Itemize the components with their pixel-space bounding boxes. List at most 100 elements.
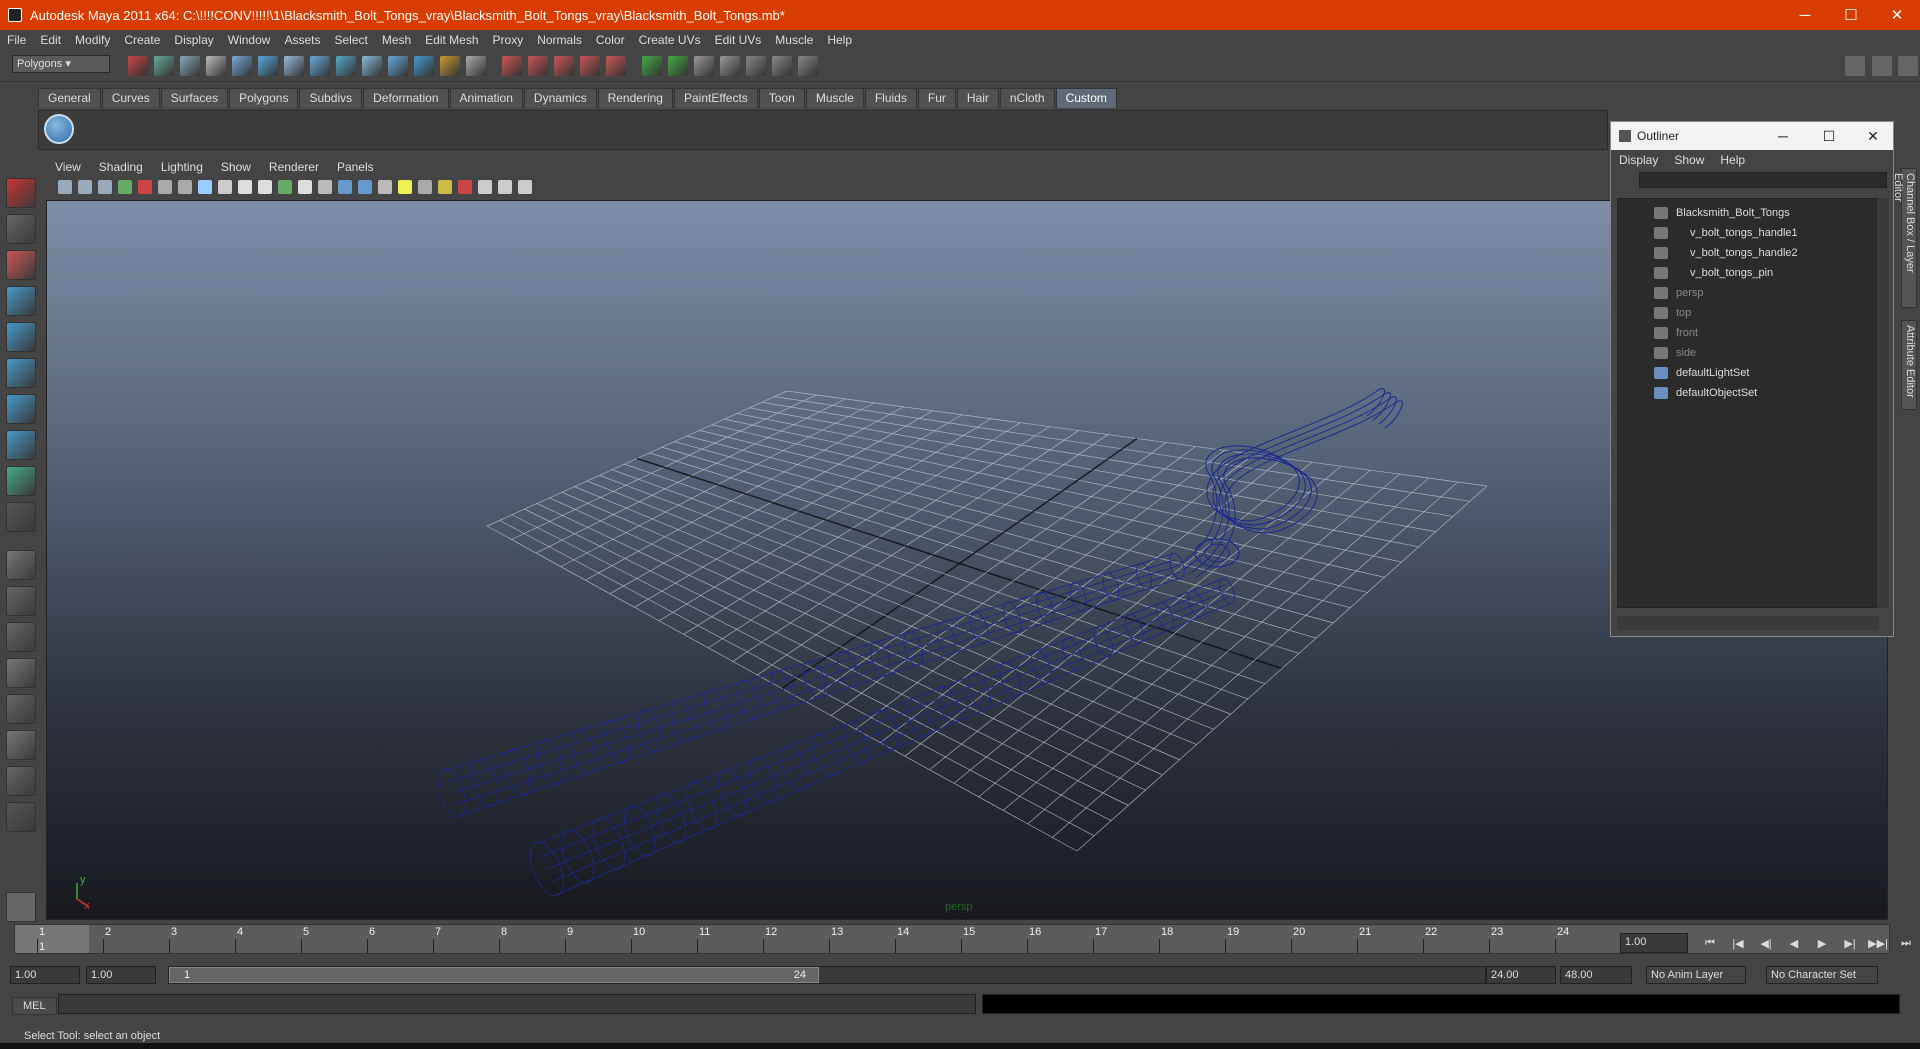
shelf-tab-toon[interactable]: Toon (758, 88, 805, 108)
tab-attribute-editor[interactable]: Attribute Editor (1901, 320, 1917, 410)
start-time-field[interactable]: 1.00 (10, 966, 80, 984)
status-tool-9-icon[interactable] (336, 56, 356, 76)
outliner-vertical-scrollbar[interactable] (1877, 198, 1889, 608)
shelf-tab-ncloth[interactable]: nCloth (999, 88, 1055, 108)
shelf-tab-subdivs[interactable]: Subdivs (299, 88, 363, 108)
custom-shelf-check-icon[interactable] (44, 114, 74, 144)
viewport-option-14-icon[interactable] (318, 180, 332, 194)
current-frame-marker[interactable] (15, 925, 89, 953)
viewport-option-17-icon[interactable] (378, 180, 392, 194)
layout-toggle-1-icon[interactable] (1845, 56, 1865, 76)
range-slider-handle[interactable]: 1 24 (169, 967, 819, 983)
outliner-minimize-button[interactable]: ─ (1761, 122, 1805, 150)
paint-select-tool-icon[interactable] (6, 250, 36, 280)
menu-edit-mesh[interactable]: Edit Mesh (418, 33, 485, 47)
status-tool-12-icon[interactable] (414, 56, 434, 76)
last-tool-icon[interactable] (6, 502, 36, 532)
outliner-item[interactable]: defaultObjectSet (1654, 383, 1757, 403)
status-tool-17-icon[interactable] (554, 56, 574, 76)
outliner-item[interactable]: v_bolt_tongs_pin (1654, 263, 1773, 283)
viewport-option-13-icon[interactable] (298, 180, 312, 194)
menu-proxy[interactable]: Proxy (486, 33, 531, 47)
four-pane-layout-icon[interactable] (6, 586, 36, 616)
viewport-option-4-icon[interactable] (118, 180, 132, 194)
viewport-option-21-icon[interactable] (458, 180, 472, 194)
outliner-item[interactable]: top (1654, 303, 1691, 323)
menu-assets[interactable]: Assets (277, 33, 327, 47)
viewport-option-8-icon[interactable] (198, 180, 212, 194)
viewport-menu-view[interactable]: View (46, 160, 90, 176)
viewport-option-12-icon[interactable] (278, 180, 292, 194)
status-tool-14-icon[interactable] (466, 56, 486, 76)
layout-toggle-2-icon[interactable] (1872, 56, 1892, 76)
anim-layer-dropdown[interactable]: No Anim Layer (1646, 966, 1746, 984)
status-tool-23-icon[interactable] (720, 56, 740, 76)
outliner-filter-input[interactable] (1639, 172, 1887, 188)
viewport-menu-show[interactable]: Show (212, 160, 260, 176)
viewport-option-7-icon[interactable] (178, 180, 192, 194)
outliner-list[interactable]: Blacksmith_Bolt_Tongs v_bolt_tongs_handle… (1617, 198, 1879, 608)
menu-display[interactable]: Display (167, 33, 220, 47)
menu-mesh[interactable]: Mesh (375, 33, 418, 47)
viewport-option-11-icon[interactable] (258, 180, 272, 194)
current-frame-field[interactable]: 1.00 (1620, 933, 1688, 953)
viewport-option-23-icon[interactable] (498, 180, 512, 194)
outliner-horizontal-scrollbar[interactable] (1617, 616, 1879, 630)
status-tool-13-icon[interactable] (440, 56, 460, 76)
viewport-option-22-icon[interactable] (478, 180, 492, 194)
outliner-item[interactable]: v_bolt_tongs_handle2 (1654, 243, 1798, 263)
scale-tool-icon[interactable] (6, 358, 36, 388)
shelf-tab-hair[interactable]: Hair (956, 88, 999, 108)
lasso-tool-icon[interactable] (6, 214, 36, 244)
layout-toggle-3-icon[interactable] (1898, 56, 1918, 76)
soft-mod-tool-icon[interactable] (6, 430, 36, 460)
status-tool-4-icon[interactable] (206, 56, 226, 76)
persp-outliner-layout-icon[interactable] (6, 658, 36, 688)
script-layout-icon[interactable] (6, 766, 36, 796)
status-tool-26-icon[interactable] (798, 56, 818, 76)
menu-color[interactable]: Color (589, 33, 632, 47)
shelf-tab-painteffects[interactable]: PaintEffects (673, 88, 758, 108)
shelf-tab-deformation[interactable]: Deformation (363, 88, 449, 108)
shelf-tab-animation[interactable]: Animation (449, 88, 523, 108)
show-manipulator-tool-icon[interactable] (6, 466, 36, 496)
menu-window[interactable]: Window (221, 33, 278, 47)
shelf-tab-curves[interactable]: Curves (101, 88, 160, 108)
mel-label[interactable]: MEL (12, 997, 57, 1015)
status-tool-22-icon[interactable] (694, 56, 714, 76)
playback-control-4-button[interactable]: ◀ (1784, 937, 1804, 950)
playback-control-5-button[interactable]: ▶ (1812, 937, 1832, 950)
viewport-option-10-icon[interactable] (238, 180, 252, 194)
shelf-tab-rendering[interactable]: Rendering (597, 88, 673, 108)
viewport-option-2-icon[interactable] (78, 180, 92, 194)
outliner-item[interactable]: v_bolt_tongs_handle1 (1654, 223, 1798, 243)
menu-create-uvs[interactable]: Create UVs (632, 33, 708, 47)
menu-modify[interactable]: Modify (68, 33, 117, 47)
status-tool-16-icon[interactable] (528, 56, 548, 76)
status-tool-20-icon[interactable] (642, 56, 662, 76)
outliner-item[interactable]: defaultLightSet (1654, 363, 1749, 383)
outliner-item[interactable]: Blacksmith_Bolt_Tongs (1654, 203, 1790, 223)
shelf-tab-muscle[interactable]: Muscle (805, 88, 864, 108)
playback-control-3-button[interactable]: ◀| (1756, 937, 1776, 950)
status-tool-18-icon[interactable] (580, 56, 600, 76)
status-tool-11-icon[interactable] (388, 56, 408, 76)
playback-control-6-button[interactable]: ▶| (1840, 937, 1860, 950)
status-tool-3-icon[interactable] (180, 56, 200, 76)
shelf-tab-fluids[interactable]: Fluids (864, 88, 917, 108)
shelf-tab-fur[interactable]: Fur (917, 88, 956, 108)
move-tool-icon[interactable] (6, 286, 36, 316)
rotate-tool-icon[interactable] (6, 322, 36, 352)
viewport-option-24-icon[interactable] (518, 180, 532, 194)
menu-edit[interactable]: Edit (33, 33, 68, 47)
status-tool-25-icon[interactable] (772, 56, 792, 76)
outliner-item[interactable]: persp (1654, 283, 1704, 303)
viewport-option-18-icon[interactable] (398, 180, 412, 194)
status-tool-7-icon[interactable] (284, 56, 304, 76)
viewport-option-15-icon[interactable] (338, 180, 352, 194)
viewport-option-5-icon[interactable] (138, 180, 152, 194)
playback-control-8-button[interactable]: ⏭ (1896, 937, 1916, 950)
close-button[interactable]: ✕ (1874, 0, 1920, 30)
viewport-option-6-icon[interactable] (158, 180, 172, 194)
viewport-option-9-icon[interactable] (218, 180, 232, 194)
